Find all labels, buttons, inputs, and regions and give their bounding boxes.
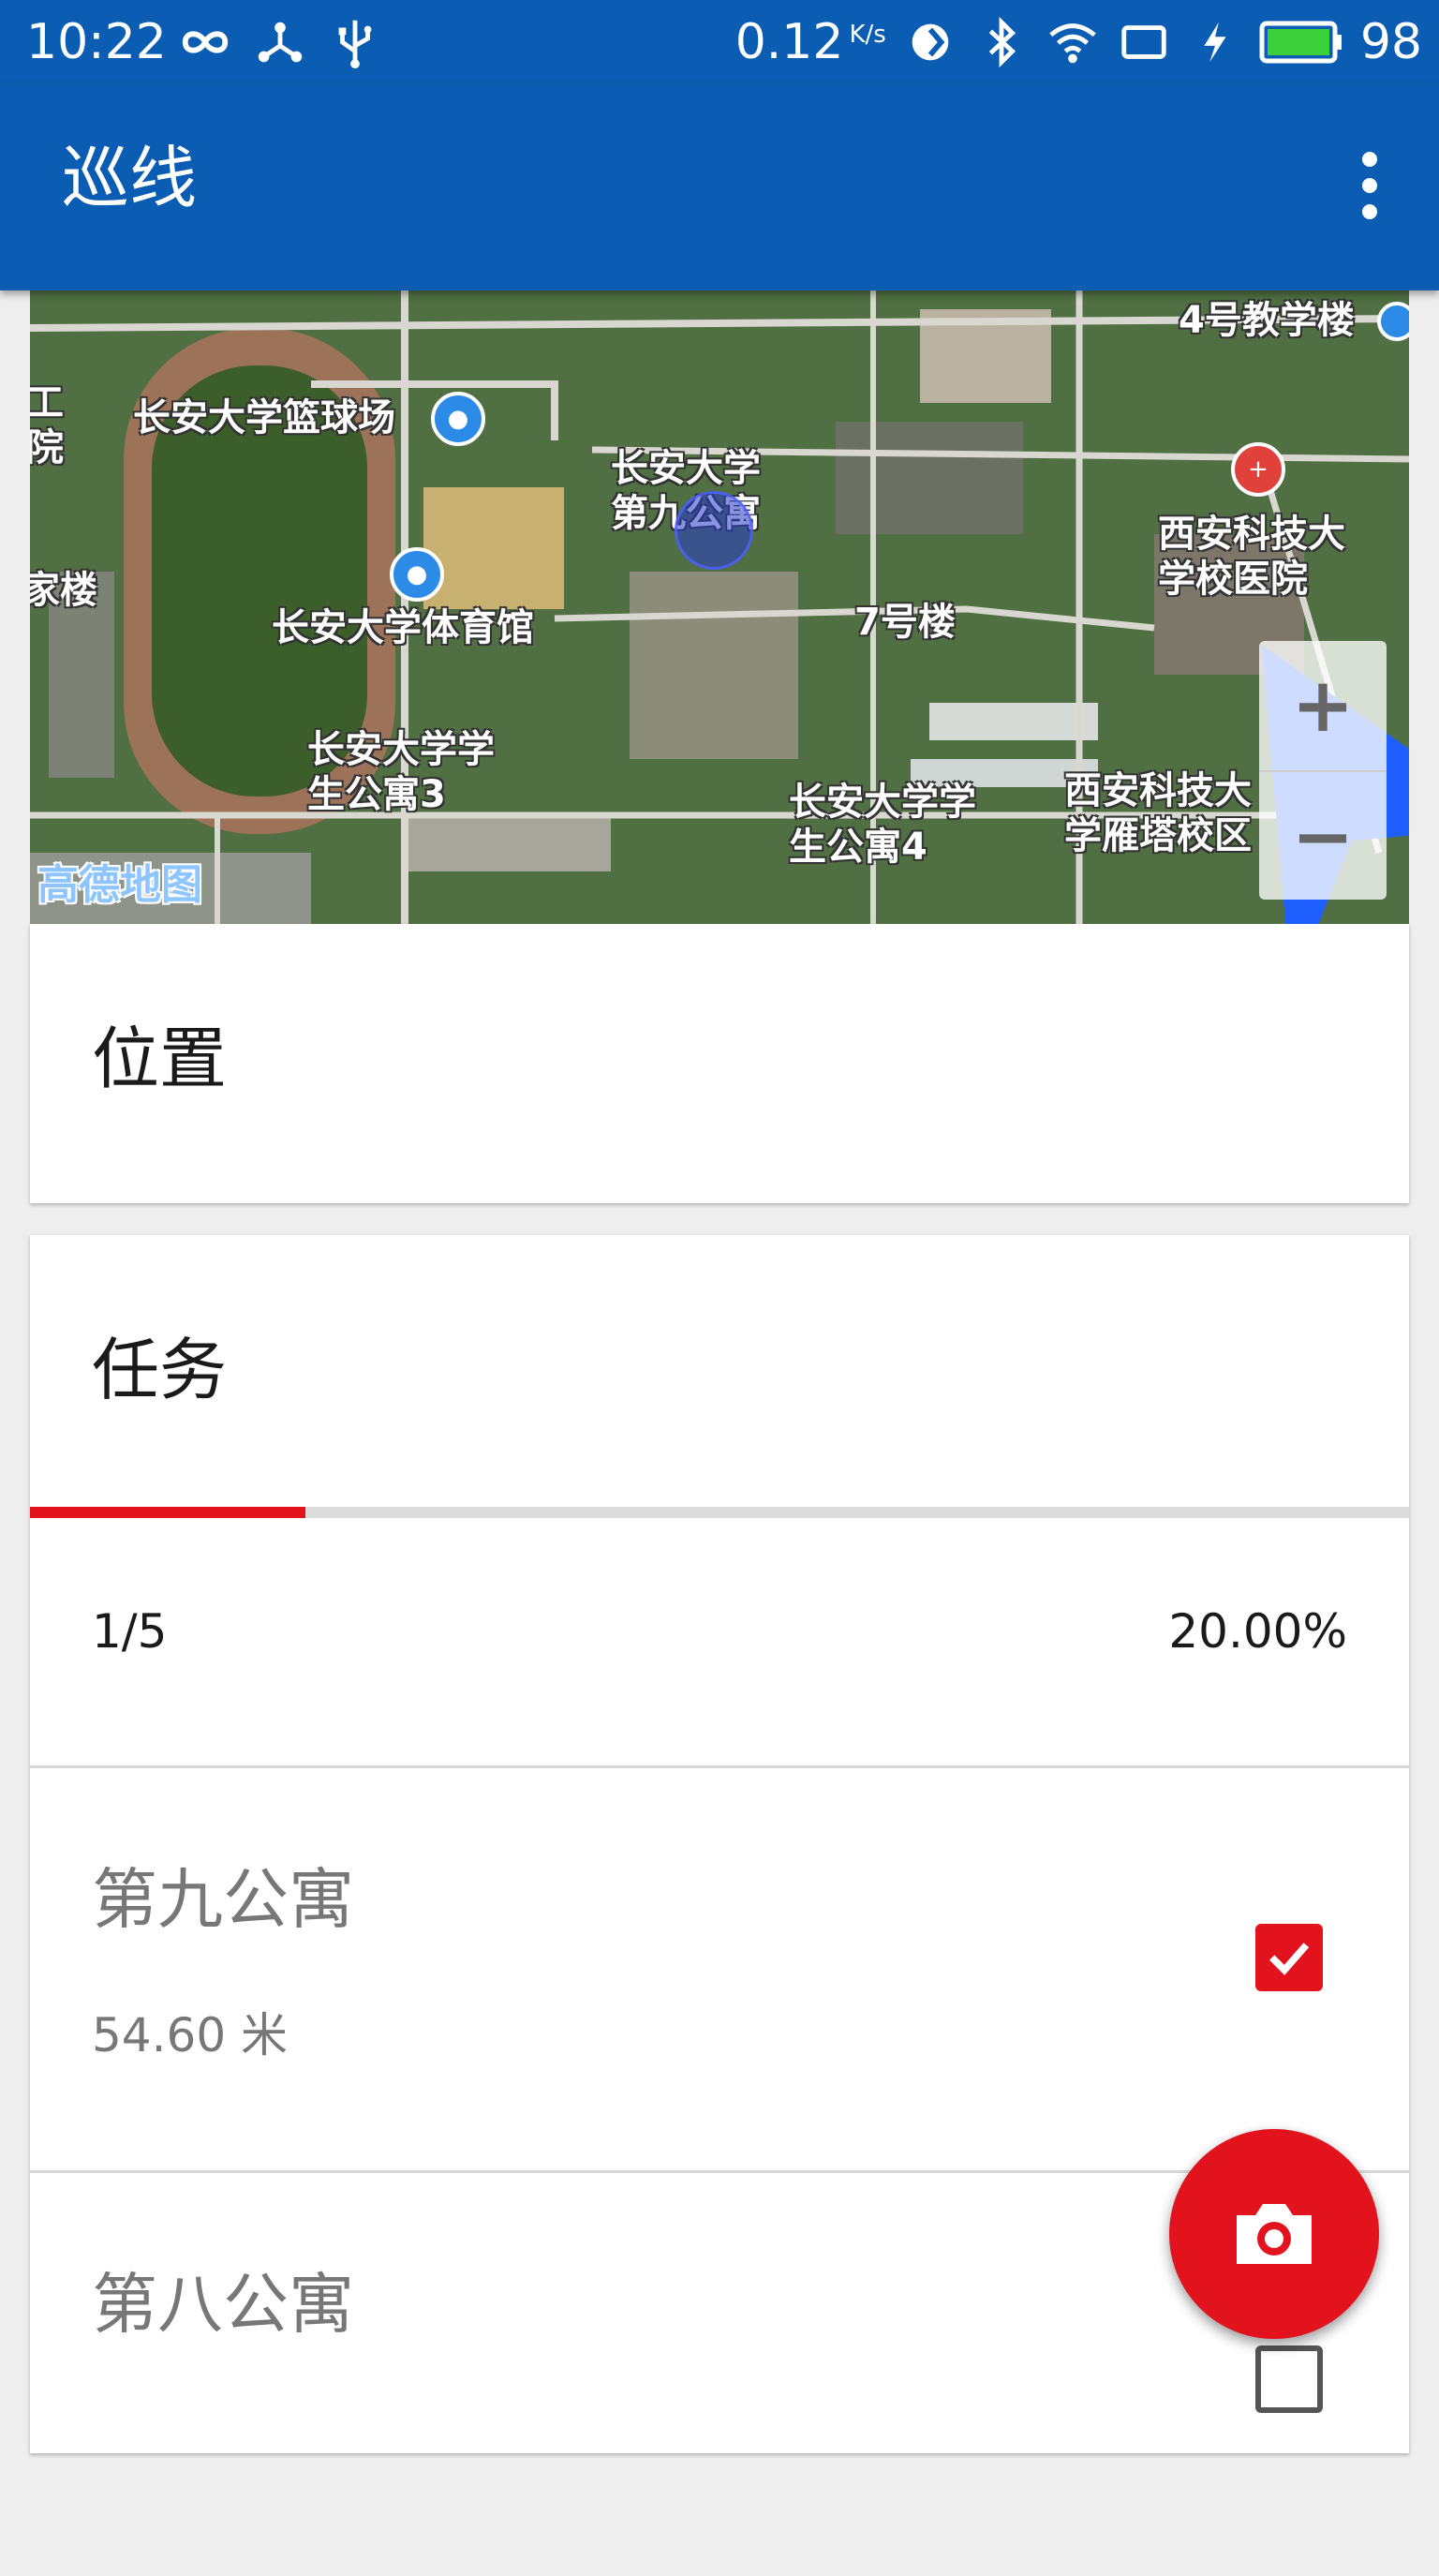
zoom-control: + − xyxy=(1259,641,1387,900)
map-logo: 高德地图 xyxy=(37,861,202,909)
task-name: 第八公寓 xyxy=(92,2266,354,2343)
progress-count: 1/5 xyxy=(92,1604,168,1659)
battery-icon xyxy=(1259,21,1342,64)
location-heading: 位置 xyxy=(92,1020,228,1098)
usb-icon xyxy=(338,20,372,69)
hospital-icon: + xyxy=(1231,442,1285,497)
page-title: 巡线 xyxy=(62,139,198,217)
wifi-icon xyxy=(1049,23,1096,64)
share-icon xyxy=(258,22,303,63)
infinity-icon xyxy=(182,31,229,53)
sync-icon xyxy=(912,23,949,61)
task-progress-fill xyxy=(30,1507,306,1518)
current-location-icon xyxy=(675,491,1409,924)
progress-percent: 20.00% xyxy=(1168,1604,1347,1659)
map-label: 工 院 xyxy=(30,381,64,469)
map-label: 4号教学楼 xyxy=(1179,299,1355,342)
task-distance: 54.60 米 xyxy=(92,2008,289,2062)
map-label: 长安大学篮球场 xyxy=(133,396,395,439)
screen-icon xyxy=(1121,25,1166,59)
map-label: 家楼 xyxy=(30,569,97,612)
map-view[interactable]: 4号教学楼 工 院 长安大学篮球场 ● 长安大学 第九公寓 + 西安科技大 学校… xyxy=(30,290,1409,924)
app-bar: 巡线 xyxy=(0,84,1439,290)
camera-button[interactable] xyxy=(1169,2129,1379,2339)
map-label: 长安大学体育馆 xyxy=(272,606,534,649)
status-time: 10:22 xyxy=(26,14,167,70)
network-speed: 0.12 K/s xyxy=(735,9,886,75)
task-checkbox-unchecked[interactable] xyxy=(1255,2345,1323,2413)
gym-icon: ● xyxy=(390,547,444,602)
task-checkbox-checked[interactable] xyxy=(1255,1924,1323,1991)
map-label: 长安大学学 生公寓3 xyxy=(307,728,495,816)
zoom-in-button[interactable]: + xyxy=(1259,641,1387,770)
task-name: 第九公寓 xyxy=(92,1861,354,1938)
more-vert-icon[interactable] xyxy=(1353,152,1387,219)
camera-icon xyxy=(1237,2204,1312,2264)
poi-school-icon xyxy=(1377,302,1409,341)
battery-level: 98 xyxy=(1359,14,1422,70)
zoom-out-button[interactable]: − xyxy=(1259,772,1387,901)
task-progress-bar xyxy=(30,1507,1409,1518)
basketball-icon: ● xyxy=(431,392,485,446)
status-bar: 10:22 0.12 K/s 98 xyxy=(0,0,1439,84)
task-heading: 任务 xyxy=(92,1331,228,1409)
location-card[interactable]: 位置 xyxy=(30,924,1409,1203)
network-speed-unit: K/s xyxy=(849,21,886,49)
charging-icon xyxy=(1204,22,1226,63)
bluetooth-icon xyxy=(988,16,1016,68)
task-list-item[interactable]: 第九公寓 54.60 米 xyxy=(30,1768,1409,2171)
check-icon xyxy=(1269,1943,1310,1975)
network-speed-value: 0.12 xyxy=(734,14,844,70)
